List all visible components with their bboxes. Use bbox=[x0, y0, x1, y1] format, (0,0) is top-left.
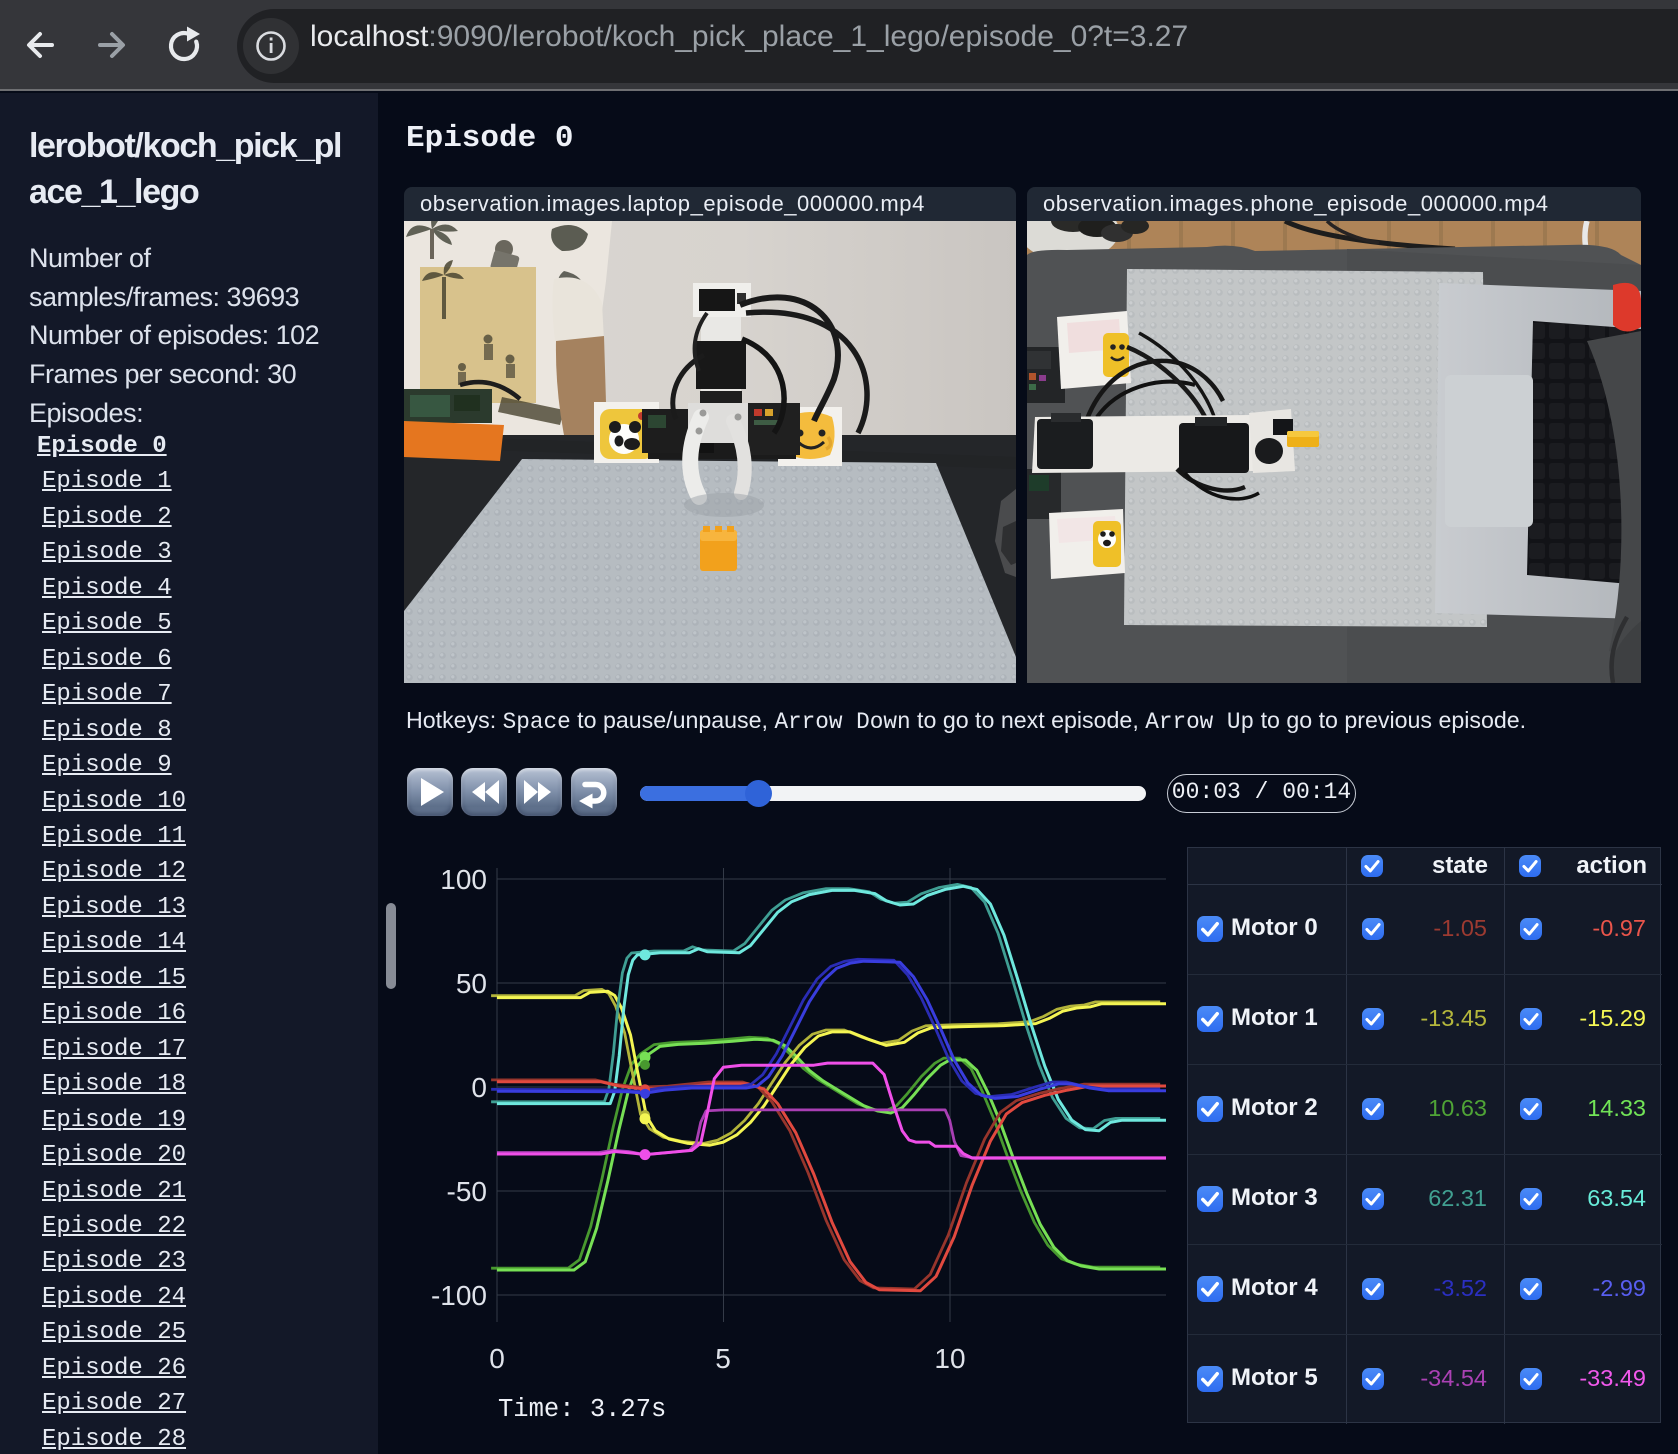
svg-text:100: 100 bbox=[440, 864, 487, 895]
svg-text:-50: -50 bbox=[447, 1176, 487, 1207]
svg-text:50: 50 bbox=[456, 968, 487, 999]
svg-text:10: 10 bbox=[934, 1343, 965, 1374]
svg-text:5: 5 bbox=[715, 1343, 731, 1374]
svg-text:0: 0 bbox=[489, 1343, 505, 1374]
svg-text:0: 0 bbox=[471, 1072, 487, 1103]
svg-text:Time: 3.27s: Time: 3.27s bbox=[498, 1395, 666, 1424]
svg-text:-100: -100 bbox=[431, 1280, 487, 1311]
